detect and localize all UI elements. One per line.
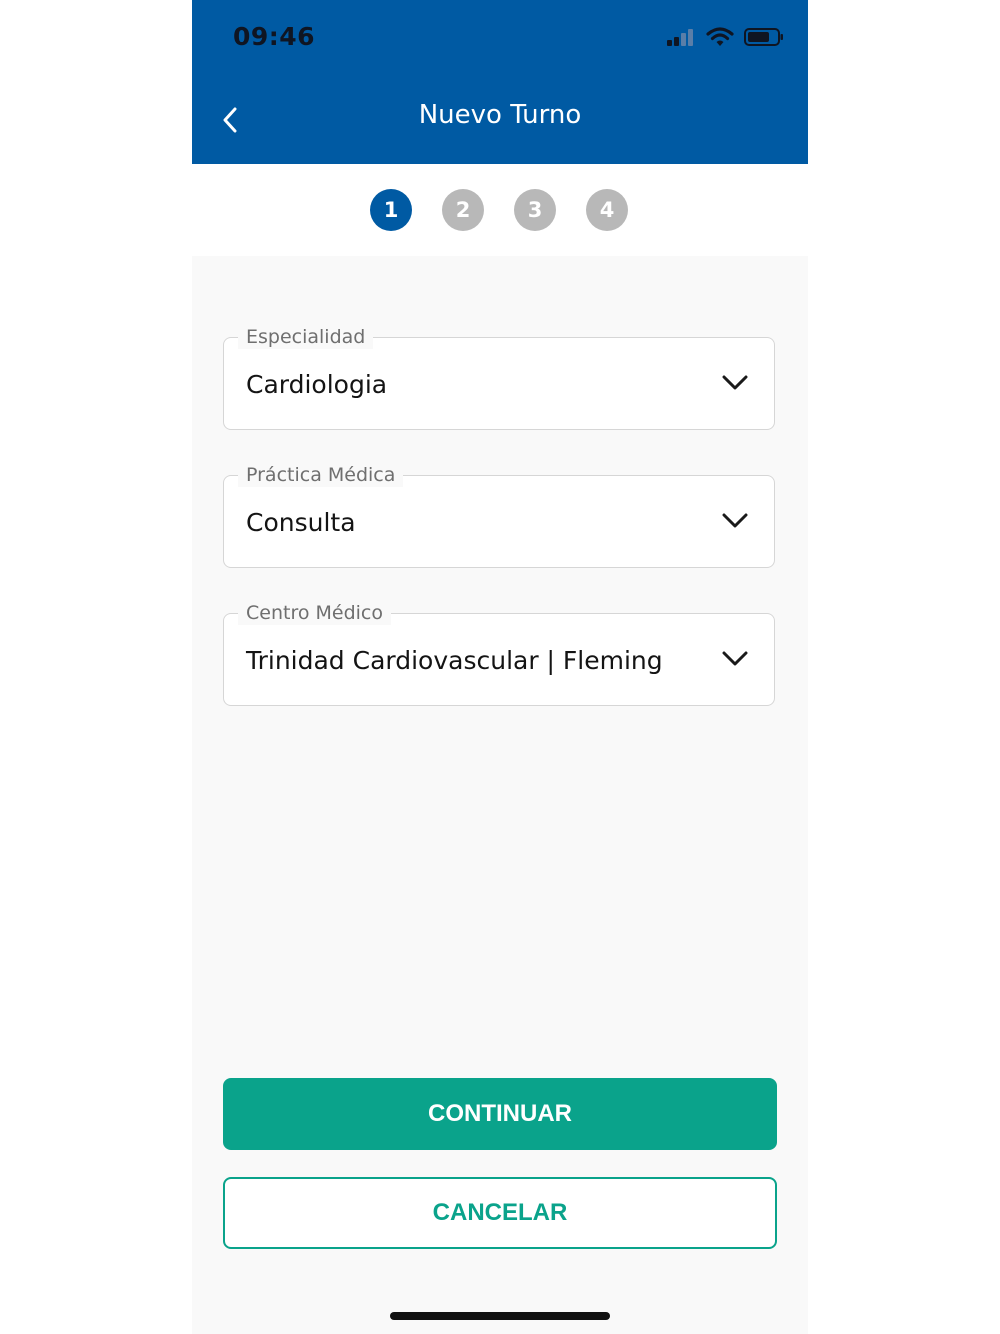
page-title: Nuevo Turno	[418, 100, 582, 130]
especialidad-label: Especialidad	[238, 325, 374, 349]
step-2: 2	[442, 189, 484, 231]
chevron-down-icon	[722, 651, 748, 666]
stepper: 1 2 3 4	[192, 164, 808, 256]
battery-icon	[744, 28, 783, 46]
step-4: 4	[586, 189, 628, 231]
practica-medica-select[interactable]: Práctica Médica Consulta	[223, 463, 775, 568]
signal-icon	[667, 29, 693, 46]
especialidad-value: Cardiologia	[246, 370, 388, 399]
wifi-icon	[706, 27, 734, 46]
step-list: 1 2 3 4	[370, 189, 628, 231]
app-screen: 09:46 Nuevo Turno 1 2 3 4 Especialidad C…	[192, 0, 808, 1334]
centro-medico-value: Trinidad Cardiovascular | Fleming	[246, 646, 663, 675]
app-header: 09:46 Nuevo Turno	[192, 0, 808, 164]
home-indicator[interactable]	[390, 1312, 610, 1320]
chevron-down-icon	[722, 513, 748, 528]
step-1: 1	[370, 189, 412, 231]
centro-medico-select[interactable]: Centro Médico Trinidad Cardiovascular | …	[223, 601, 775, 706]
step-3: 3	[514, 189, 556, 231]
especialidad-select[interactable]: Especialidad Cardiologia	[223, 325, 775, 430]
continue-button[interactable]: CONTINUAR	[223, 1078, 777, 1150]
status-time: 09:46	[233, 22, 316, 51]
practica-medica-label: Práctica Médica	[238, 463, 404, 487]
centro-medico-label: Centro Médico	[238, 601, 391, 625]
cancel-button[interactable]: CANCELAR	[223, 1177, 777, 1249]
chevron-down-icon	[722, 375, 748, 390]
status-icons	[666, 26, 784, 48]
practica-medica-value: Consulta	[246, 508, 356, 537]
